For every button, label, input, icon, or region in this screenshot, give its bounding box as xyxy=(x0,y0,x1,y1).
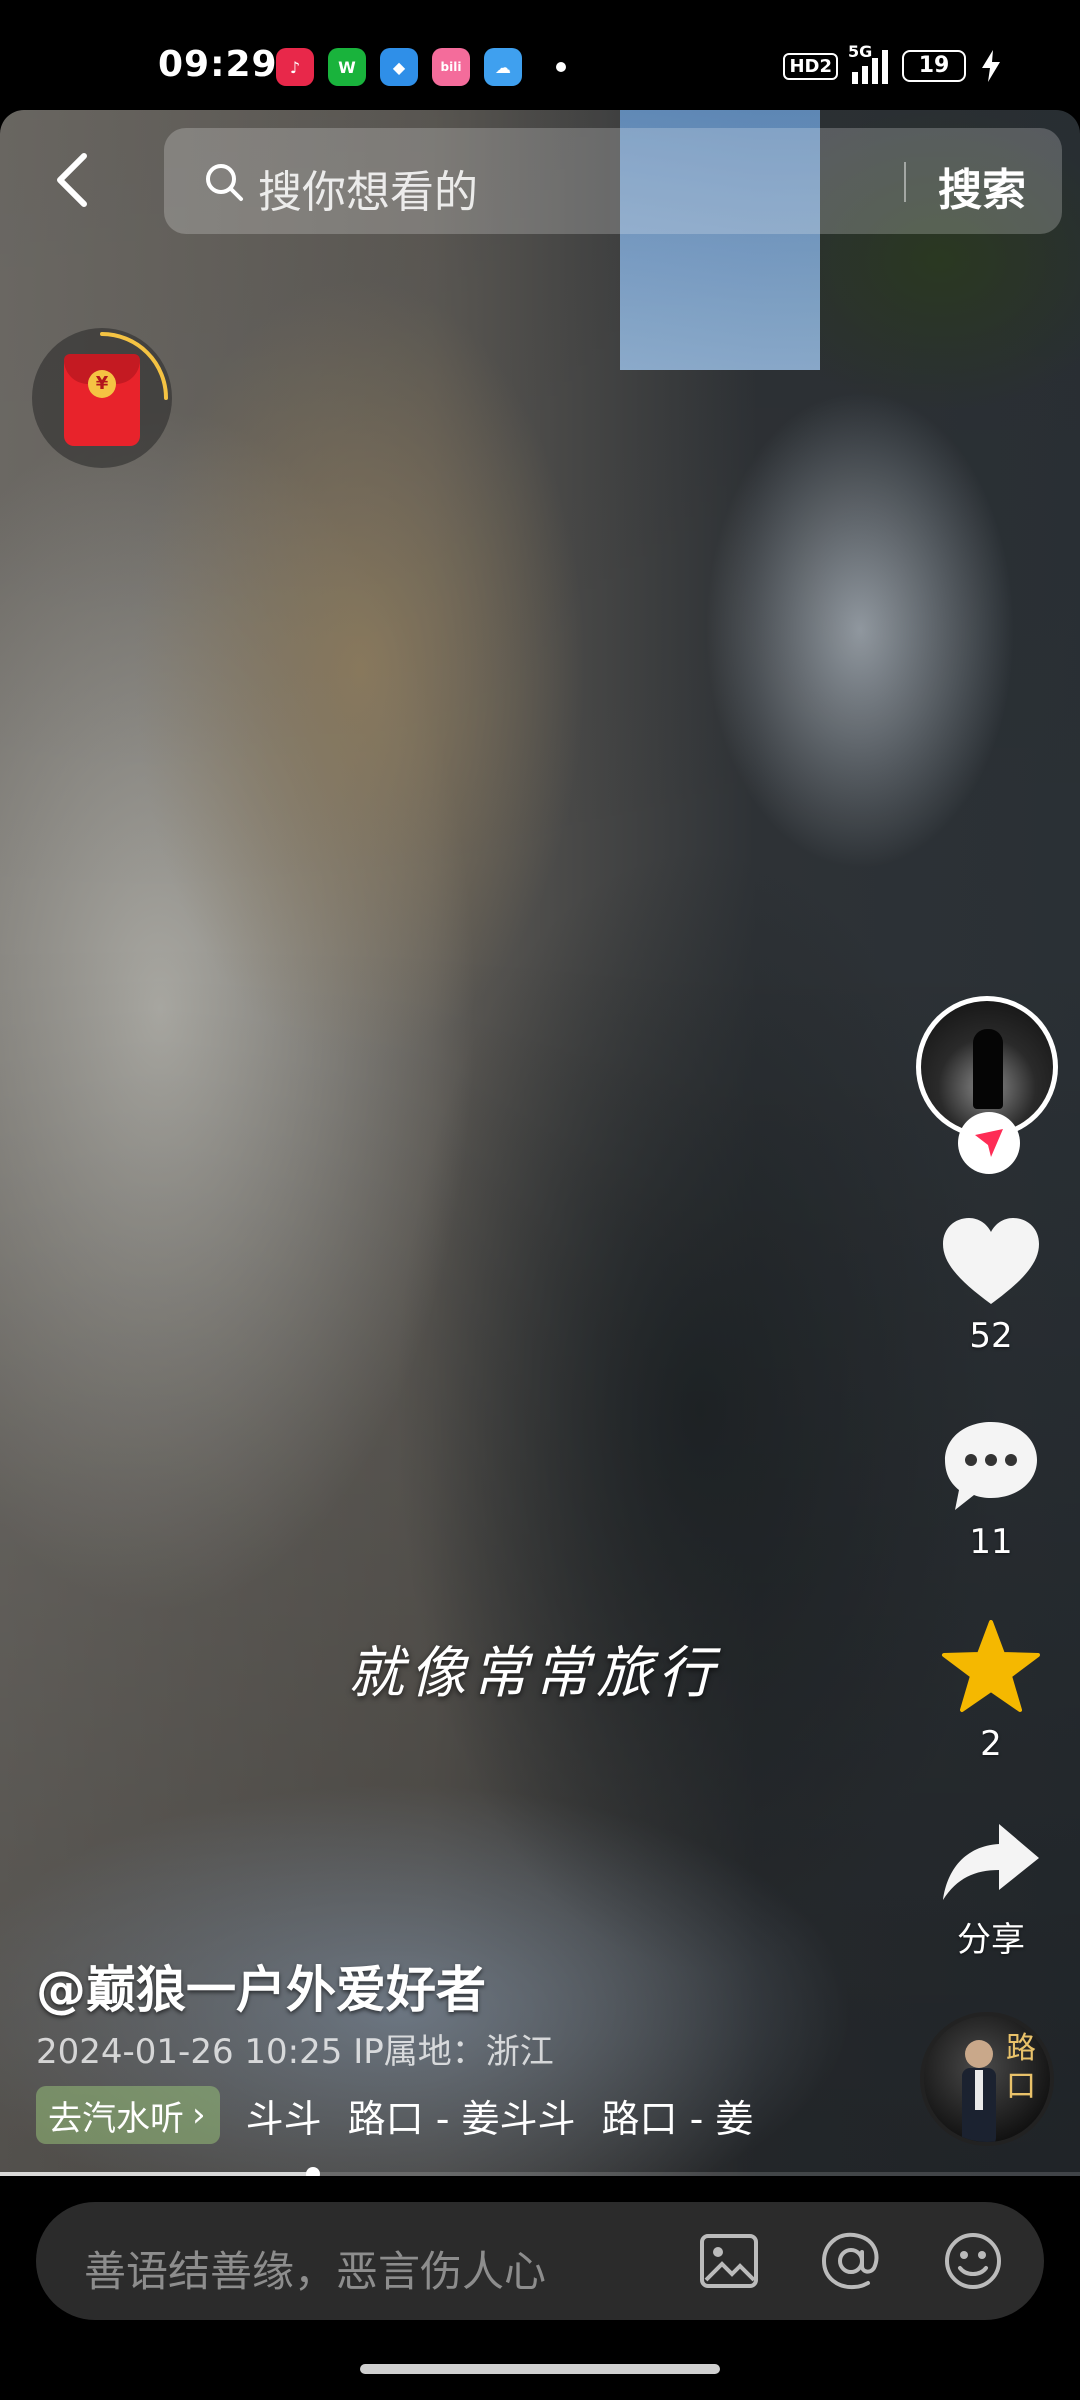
status-time: 09:29 xyxy=(158,44,278,85)
signal-icon: 5G xyxy=(848,42,888,84)
comment-placeholder: 善语结善缘，恶言伤人心 xyxy=(84,2247,547,2296)
search-button[interactable]: 搜索 xyxy=(938,154,1026,218)
music-title-2: 路口 - 姜斗斗 xyxy=(347,2096,576,2141)
star-icon xyxy=(942,1620,1040,1712)
post-meta: 2024-01-26 10:25 IP属地：浙江 xyxy=(36,2032,554,2072)
comment-button[interactable]: 11 xyxy=(916,1418,1066,1562)
like-button[interactable]: 52 xyxy=(916,1216,1066,1356)
favorite-count: 2 xyxy=(980,1724,1002,1764)
author-name[interactable]: @巅狼一户外爱好者 xyxy=(36,1950,486,2022)
back-icon[interactable] xyxy=(48,150,100,210)
favorite-button[interactable]: 2 xyxy=(916,1620,1066,1764)
share-arrow-icon xyxy=(943,1824,1039,1900)
network-type: 5G xyxy=(848,42,873,61)
search-icon xyxy=(206,164,243,201)
bilibili-app-icon: bili xyxy=(432,48,470,86)
battery-icon: 19 xyxy=(902,50,966,82)
more-notifications-dot xyxy=(556,62,566,72)
comment-count: 11 xyxy=(969,1522,1013,1562)
emoji-icon[interactable] xyxy=(942,2230,1004,2292)
mention-icon[interactable] xyxy=(820,2230,882,2292)
red-envelope-icon: ¥ xyxy=(64,354,140,446)
status-bar: 09:29 ♪ W ◆ bili ☁ HD2 5G 19 xyxy=(0,0,1080,110)
heart-icon xyxy=(943,1218,1039,1304)
cover-person-image xyxy=(962,2040,996,2142)
cover-title: 路口 xyxy=(1006,2031,1036,2104)
follow-arrow-icon xyxy=(975,1129,1003,1157)
image-icon[interactable] xyxy=(698,2230,760,2292)
notification-icons: ♪ W ◆ bili ☁ xyxy=(276,48,566,86)
music-app-icon: ♪ xyxy=(276,48,314,86)
red-packet-button[interactable]: ¥ xyxy=(32,328,172,468)
comment-icon xyxy=(945,1422,1037,1510)
hd-call-icon: HD2 xyxy=(783,52,838,80)
search-divider xyxy=(904,162,906,202)
home-indicator[interactable] xyxy=(360,2364,720,2374)
music-title-1: 斗斗 xyxy=(245,2096,322,2141)
music-title-3: 路口 - 姜 xyxy=(601,2096,754,2141)
share-button[interactable]: 分享 xyxy=(916,1820,1066,1961)
comment-input[interactable]: 善语结善缘，恶言伤人心 xyxy=(36,2202,1044,2320)
comment-bar: 善语结善缘，恶言伤人心 xyxy=(0,2176,1080,2400)
cloud-app-icon: ☁ xyxy=(484,48,522,86)
music-chip-label: 去汽水听 xyxy=(48,2098,184,2139)
chevron-right-icon: › xyxy=(192,2095,206,2135)
music-row[interactable]: 去汽水听 › 斗斗 路口 - 姜斗斗 路口 - 姜 xyxy=(36,2086,753,2144)
music-cover-disc[interactable]: 路口 xyxy=(920,2012,1054,2146)
status-indicators: HD2 5G 19 xyxy=(783,42,1002,84)
like-count: 52 xyxy=(969,1316,1013,1356)
search-input[interactable]: 搜你想看的 xyxy=(258,156,478,220)
open-music-app-chip[interactable]: 去汽水听 › xyxy=(36,2086,220,2144)
follow-button[interactable] xyxy=(958,1112,1020,1174)
charging-icon xyxy=(982,50,1000,82)
search-bar[interactable]: 搜你想看的 搜索 xyxy=(164,128,1062,234)
browser-app-icon: ◆ xyxy=(380,48,418,86)
wechat-app-icon: W xyxy=(328,48,366,86)
video-subtitle: 就像常常旅行 xyxy=(348,1641,720,1706)
share-label: 分享 xyxy=(957,1920,1025,1960)
